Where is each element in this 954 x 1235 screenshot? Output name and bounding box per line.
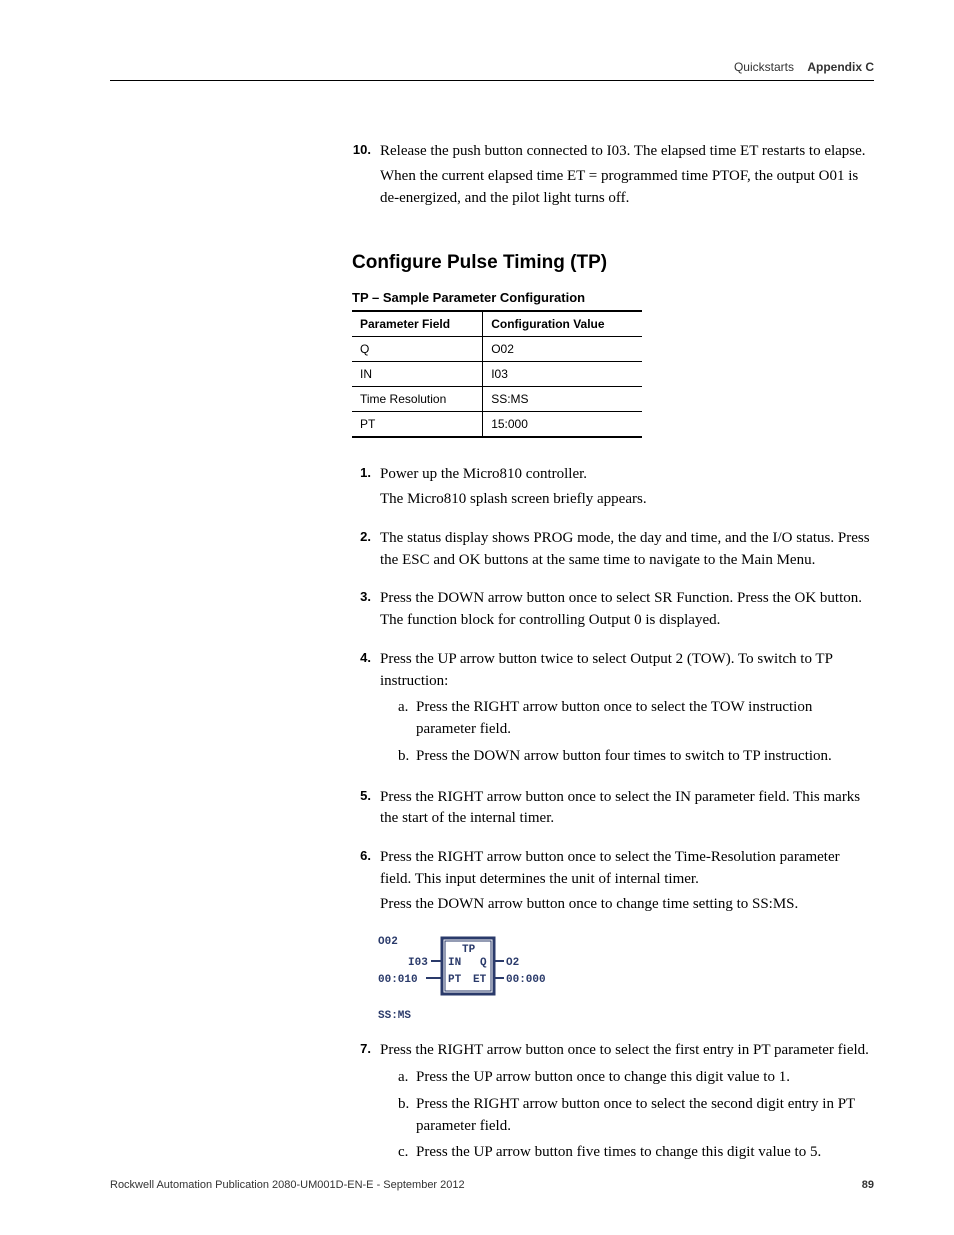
step-text: Press the RIGHT arrow button once to sel… bbox=[380, 847, 874, 891]
section-title: Configure Pulse Timing (TP) bbox=[352, 252, 874, 274]
lcd-text: O2 bbox=[506, 957, 519, 969]
step-number: 7. bbox=[352, 1040, 380, 1169]
substep-text: Press the UP arrow button five times to … bbox=[416, 1142, 874, 1164]
page-header: Quickstarts Appendix C bbox=[110, 60, 874, 81]
footer-publication: Rockwell Automation Publication 2080-UM0… bbox=[110, 1179, 465, 1191]
table-row: Time ResolutionSS:MS bbox=[352, 387, 642, 412]
step-text: Press the UP arrow button twice to selec… bbox=[380, 649, 874, 693]
step-text: The status display shows PROG mode, the … bbox=[380, 528, 874, 572]
step-1: 1.Power up the Micro810 controller. The M… bbox=[352, 464, 874, 514]
substep-text: Press the DOWN arrow button four times t… bbox=[416, 746, 874, 768]
substep-text: Press the RIGHT arrow button once to sel… bbox=[416, 697, 874, 741]
step-2: 2.The status display shows PROG mode, th… bbox=[352, 528, 874, 575]
table-row: INI03 bbox=[352, 362, 642, 387]
step-7: 7.Press the RIGHT arrow button once to s… bbox=[352, 1040, 874, 1169]
step-number: 1. bbox=[352, 464, 380, 514]
step-number: 5. bbox=[352, 787, 380, 834]
table-header: Parameter Field bbox=[352, 311, 483, 337]
lcd-text: 00:000 bbox=[506, 974, 546, 986]
page-footer: Rockwell Automation Publication 2080-UM0… bbox=[110, 1179, 874, 1191]
lcd-text: Q bbox=[480, 957, 487, 969]
parameter-table: Parameter Field Configuration Value QO02… bbox=[352, 310, 642, 438]
substep: c.Press the UP arrow button five times t… bbox=[398, 1142, 874, 1164]
step-number: 10. bbox=[352, 141, 380, 212]
step-number: 2. bbox=[352, 528, 380, 575]
step-4: 4.Press the UP arrow button twice to sel… bbox=[352, 649, 874, 773]
step-text: Press the RIGHT arrow button once to sel… bbox=[380, 787, 874, 831]
substep: b.Press the DOWN arrow button four times… bbox=[398, 746, 874, 768]
table-header: Configuration Value bbox=[483, 311, 642, 337]
table-title: TP – Sample Parameter Configuration bbox=[352, 290, 874, 305]
step-text: Power up the Micro810 controller. bbox=[380, 464, 874, 486]
lcd-display-figure: O02 TP IN Q PT ET I03 00:010 O2 00:000 S… bbox=[378, 932, 874, 1024]
header-section: Quickstarts bbox=[734, 60, 794, 74]
step-5: 5.Press the RIGHT arrow button once to s… bbox=[352, 787, 874, 834]
lcd-text: SS:MS bbox=[378, 1010, 411, 1022]
step-text: Press the RIGHT arrow button once to sel… bbox=[380, 1040, 874, 1062]
lcd-text: I03 bbox=[408, 957, 428, 969]
step-10: 10. Release the push button connected to… bbox=[352, 141, 874, 212]
substep: b.Press the RIGHT arrow button once to s… bbox=[398, 1094, 874, 1138]
step-3: 3.Press the DOWN arrow button once to se… bbox=[352, 588, 874, 635]
lcd-text: O02 bbox=[378, 936, 398, 948]
table-row: QO02 bbox=[352, 337, 642, 362]
substep-letter: a. bbox=[398, 1067, 416, 1089]
footer-page-number: 89 bbox=[862, 1179, 874, 1191]
lcd-text: PT bbox=[448, 974, 462, 986]
step-6: 6.Press the RIGHT arrow button once to s… bbox=[352, 847, 874, 918]
substep: a.Press the RIGHT arrow button once to s… bbox=[398, 697, 874, 741]
substep-text: Press the UP arrow button once to change… bbox=[416, 1067, 874, 1089]
substep: a.Press the UP arrow button once to chan… bbox=[398, 1067, 874, 1089]
substep-letter: a. bbox=[398, 697, 416, 741]
step-text: Press the DOWN arrow button once to sele… bbox=[380, 588, 874, 632]
step-number: 6. bbox=[352, 847, 380, 918]
step-text: Press the DOWN arrow button once to chan… bbox=[380, 894, 874, 916]
step-number: 3. bbox=[352, 588, 380, 635]
step-text: When the current elapsed time ET = progr… bbox=[380, 166, 874, 210]
table-row: PT15:000 bbox=[352, 412, 642, 438]
substep-text: Press the RIGHT arrow button once to sel… bbox=[416, 1094, 874, 1138]
substep-letter: b. bbox=[398, 746, 416, 768]
lcd-text: 00:010 bbox=[378, 974, 418, 986]
substep-letter: c. bbox=[398, 1142, 416, 1164]
step-text: Release the push button connected to I03… bbox=[380, 141, 874, 163]
step-number: 4. bbox=[352, 649, 380, 773]
lcd-text: ET bbox=[473, 974, 487, 986]
lcd-text: IN bbox=[448, 957, 461, 969]
step-text: The Micro810 splash screen briefly appea… bbox=[380, 489, 874, 511]
lcd-text: TP bbox=[462, 944, 476, 956]
substep-letter: b. bbox=[398, 1094, 416, 1138]
header-appendix: Appendix C bbox=[807, 60, 874, 74]
